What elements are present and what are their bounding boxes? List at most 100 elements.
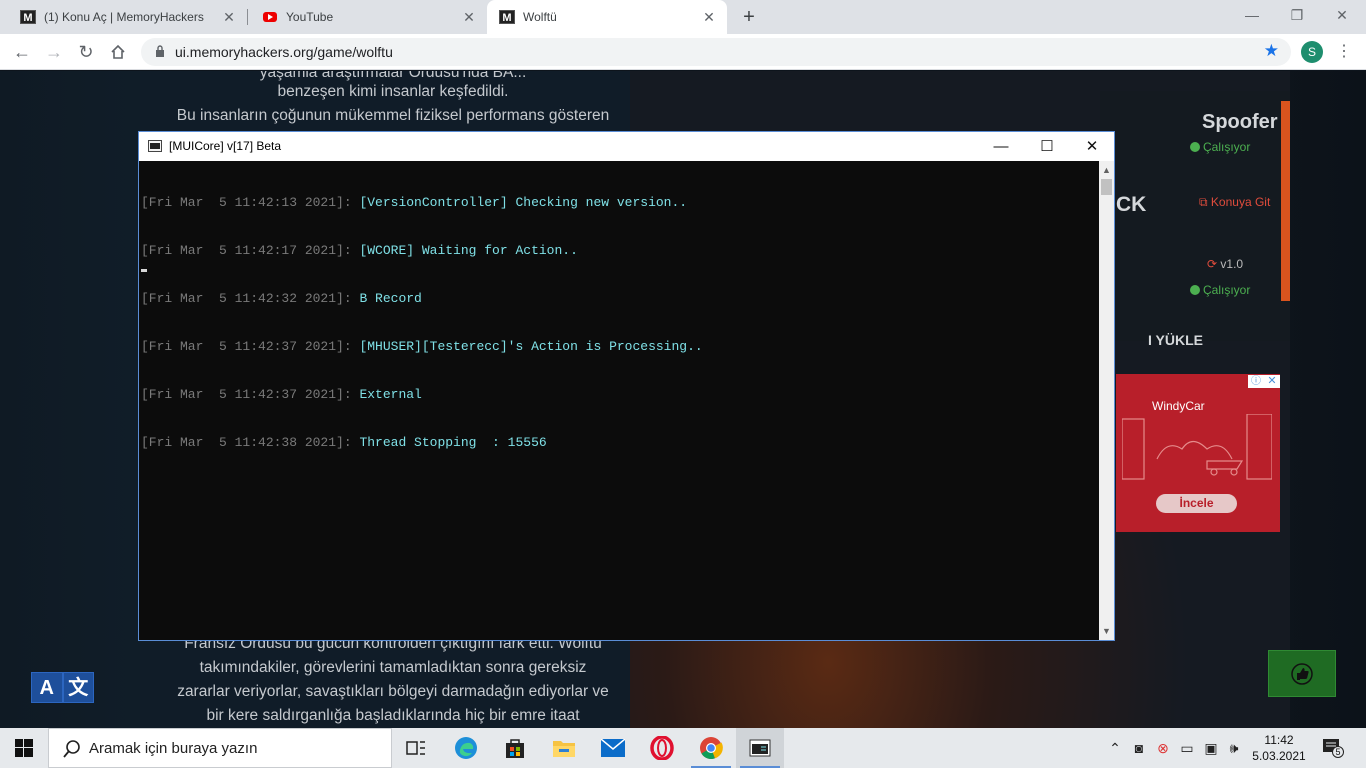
edge-app[interactable] xyxy=(442,728,490,768)
opera-app[interactable] xyxy=(638,728,686,768)
console-window[interactable]: [MUICore] v[17] Beta — ☐ ✕ [Fri Mar 5 11… xyxy=(138,131,1115,641)
ad-info-icon[interactable]: ⓘ xyxy=(1248,375,1264,388)
minimize-icon[interactable]: — xyxy=(1230,4,1274,26)
city-illustration xyxy=(1122,414,1272,480)
memoryhackers-icon: M xyxy=(499,9,515,25)
scroll-thumb[interactable] xyxy=(1101,179,1112,195)
tab-title: YouTube xyxy=(286,10,334,24)
scroll-up-icon[interactable]: ▲ xyxy=(1099,163,1114,177)
start-button[interactable] xyxy=(0,728,48,768)
network-icon[interactable]: ▣ xyxy=(1202,740,1220,756)
forward-icon[interactable]: → xyxy=(42,40,66,64)
article-line: benzeşen kimi insanlar keşfedildi. xyxy=(277,83,509,100)
mail-icon xyxy=(601,739,625,757)
task-view-button[interactable] xyxy=(392,728,440,768)
taskbar-search[interactable]: Aramak için buraya yazın xyxy=(48,728,392,768)
minimize-icon[interactable]: — xyxy=(978,132,1024,161)
home-icon[interactable] xyxy=(106,40,130,64)
lock-icon[interactable] xyxy=(155,45,165,57)
mail-app[interactable] xyxy=(589,728,637,768)
close-tab-icon[interactable]: ✕ xyxy=(221,9,237,25)
download-button[interactable]: I YÜKLE xyxy=(1148,332,1203,348)
bookmark-star-icon[interactable]: ★ xyxy=(1264,41,1279,61)
log-message: [VersionController] Checking new version… xyxy=(359,195,688,210)
version-text: v1.0 xyxy=(1220,257,1244,271)
close-window-icon[interactable]: ✕ xyxy=(1320,4,1364,26)
notification-count: 5 xyxy=(1332,746,1344,758)
clock-date: 5.03.2021 xyxy=(1252,749,1306,763)
close-tab-icon[interactable]: ✕ xyxy=(701,9,717,25)
console-title-bar[interactable]: [MUICore] v[17] Beta — ☐ ✕ xyxy=(139,132,1114,161)
profile-avatar[interactable]: S xyxy=(1301,41,1323,63)
url-text: ui.memoryhackers.org/game/wolftu xyxy=(175,44,393,60)
log-line: [Fri Mar 5 11:42:37 2021]: [MHUSER][Test… xyxy=(141,339,1099,355)
youtube-icon xyxy=(262,9,278,25)
console-output[interactable]: [Fri Mar 5 11:42:13 2021]: [VersionContr… xyxy=(139,161,1099,640)
log-line: [Fri Mar 5 11:42:38 2021]: Thread Stoppi… xyxy=(141,435,1099,451)
memoryhackers-icon: M xyxy=(20,9,36,25)
restore-icon[interactable]: ❐ xyxy=(1275,4,1319,26)
log-message: External xyxy=(359,387,422,402)
info-icon xyxy=(1190,285,1200,295)
clock-time: 11:42 xyxy=(1264,733,1294,747)
antivirus-warning-icon[interactable]: ⊗ xyxy=(1154,740,1172,756)
windows-taskbar: Aramak için buraya yazın ⌃ ◙ ⊗ ▭ ▣ 🕪 11:… xyxy=(0,728,1366,768)
translate-button[interactable]: A 文 xyxy=(31,672,94,703)
log-message: [WCORE] Waiting for Action.. xyxy=(359,243,578,258)
status-label: Çalışıyor xyxy=(1203,140,1251,154)
system-clock[interactable]: 11:42 5.03.2021 xyxy=(1248,732,1310,764)
log-line: [Fri Mar 5 11:42:37 2021]: External xyxy=(141,387,1099,403)
reload-icon[interactable]: ↻ xyxy=(74,40,98,64)
ad-inspect-button[interactable]: İncele xyxy=(1156,494,1237,513)
store-app[interactable] xyxy=(491,728,539,768)
status-working: Çalışıyor xyxy=(1190,283,1250,297)
task-view-icon xyxy=(406,741,425,755)
article-line: takımındakiler, görevlerini tamamladıkta… xyxy=(199,659,587,676)
windows-logo-icon xyxy=(15,739,33,757)
edge-icon xyxy=(455,737,477,759)
meet-now-icon[interactable]: ◙ xyxy=(1130,740,1148,756)
menu-kebab-icon[interactable]: ⋮ xyxy=(1336,40,1352,64)
article-line: zararlar veriyorlar, savaştıkları bölgey… xyxy=(177,683,609,700)
battery-icon[interactable]: ▭ xyxy=(1178,740,1196,756)
tab-memoryhackers-konu-ac[interactable]: M (1) Konu Aç | MemoryHackers ✕ xyxy=(0,0,247,34)
console-scrollbar[interactable]: ▲ ▼ xyxy=(1099,161,1114,640)
notification-center-button[interactable]: 5 xyxy=(1322,738,1344,758)
spoofer-title: Spoofer xyxy=(1202,111,1278,133)
link-label: Konuya Git xyxy=(1210,195,1271,209)
log-message: B Record xyxy=(359,291,422,306)
ad-close-icon[interactable]: ✕ xyxy=(1264,375,1280,388)
log-timestamp: [Fri Mar 5 11:42:37 2021]: xyxy=(141,387,360,402)
tab-wolftu[interactable]: M Wolftü ✕ xyxy=(487,0,727,34)
file-explorer-app[interactable] xyxy=(540,728,588,768)
accent-bar xyxy=(1281,101,1290,301)
browser-tab-strip: M (1) Konu Aç | MemoryHackers ✕ YouTube … xyxy=(0,0,1366,34)
console-app[interactable] xyxy=(736,728,784,768)
new-tab-button[interactable]: + xyxy=(738,6,760,28)
konuya-git-link[interactable]: ⧉ Konuya Git xyxy=(1199,195,1270,210)
chrome-app[interactable] xyxy=(687,728,735,768)
tab-youtube[interactable]: YouTube ✕ xyxy=(242,0,487,34)
external-link-icon: ⧉ xyxy=(1199,195,1208,209)
close-tab-icon[interactable]: ✕ xyxy=(461,9,477,25)
scroll-down-icon[interactable]: ▼ xyxy=(1099,624,1114,638)
text-cursor xyxy=(141,269,147,272)
chevron-up-icon[interactable]: ⌃ xyxy=(1106,740,1124,756)
status-label: Çalışıyor xyxy=(1203,283,1251,297)
search-placeholder: Aramak için buraya yazın xyxy=(89,740,258,757)
log-message: [MHUSER][Testerecc]'s Action is Processi… xyxy=(359,339,703,354)
tab-title: (1) Konu Aç | MemoryHackers xyxy=(44,10,204,24)
log-line: [Fri Mar 5 11:42:17 2021]: [WCORE] Waiti… xyxy=(141,243,1099,259)
version-label: ⟳ v1.0 xyxy=(1207,257,1243,271)
translate-icon: 文 xyxy=(62,672,94,703)
address-bar[interactable]: ui.memoryhackers.org/game/wolftu ★ xyxy=(141,38,1291,66)
volume-icon[interactable]: 🕪 xyxy=(1225,740,1243,756)
back-icon[interactable]: ← xyxy=(10,40,34,64)
close-icon[interactable]: ✕ xyxy=(1069,132,1115,161)
maximize-icon[interactable]: ☐ xyxy=(1024,132,1070,161)
log-message: Thread Stopping : 15556 xyxy=(359,435,547,450)
search-icon xyxy=(63,740,80,758)
log-timestamp: [Fri Mar 5 11:42:32 2021]: xyxy=(141,291,360,306)
advertisement[interactable]: WindyCar İncele xyxy=(1116,374,1280,532)
like-button[interactable] xyxy=(1268,650,1336,697)
